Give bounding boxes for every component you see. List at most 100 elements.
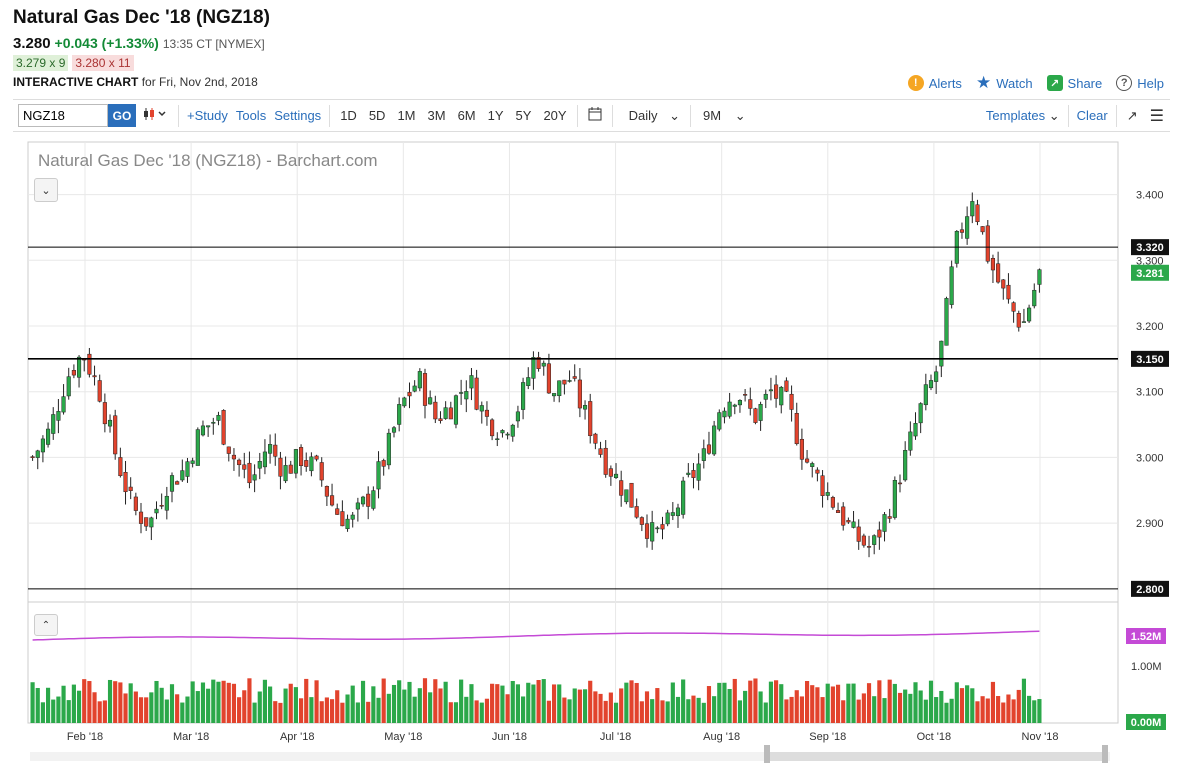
volume-bar — [459, 679, 464, 723]
y-tick-label: 3.400 — [1136, 190, 1164, 202]
candle-body — [970, 201, 975, 217]
volume-bar — [97, 701, 102, 723]
symbol-input[interactable] — [18, 104, 108, 127]
candle-body — [40, 438, 45, 453]
chart-caption: INTERACTIVE CHART for Fri, Nov 2nd, 2018 — [13, 75, 258, 89]
candle-body — [407, 392, 412, 397]
volume-bar — [546, 700, 551, 723]
study-button[interactable]: +Study — [183, 108, 232, 123]
candle-body — [288, 464, 293, 474]
candle-body — [939, 340, 944, 367]
alerts-button[interactable]: ! Alerts — [907, 75, 962, 91]
volume-bar — [582, 689, 588, 723]
volume-bar — [376, 697, 381, 723]
candle-body — [412, 385, 417, 392]
candle-body — [727, 401, 732, 417]
candle-body — [448, 407, 453, 420]
chevron-down-icon: ⌄ — [734, 107, 746, 123]
volume-bar — [438, 688, 443, 723]
range-3m[interactable]: 3M — [422, 108, 452, 123]
period-select[interactable]: 9M ⌄ — [695, 108, 752, 124]
x-tick-label: Aug '18 — [703, 731, 740, 743]
interval-select[interactable]: Daily ⌄ — [617, 108, 686, 124]
clear-button[interactable]: Clear — [1073, 108, 1112, 123]
volume-bar — [887, 679, 892, 723]
volume-bar — [469, 684, 474, 723]
volume-bar — [1027, 695, 1032, 723]
volume-bar — [562, 697, 567, 723]
expand-button[interactable]: ↗ — [1121, 108, 1144, 124]
range-1y[interactable]: 1Y — [482, 108, 510, 123]
help-button[interactable]: ? Help — [1116, 75, 1164, 91]
range-1m[interactable]: 1M — [391, 108, 421, 123]
volume-bar — [650, 699, 655, 723]
watch-button[interactable]: ★ Watch — [976, 73, 1033, 93]
go-button[interactable]: GO — [108, 104, 136, 127]
candle-body — [531, 357, 536, 379]
candle-body — [304, 460, 309, 467]
candle-body — [965, 216, 970, 239]
volume-bar — [340, 702, 345, 723]
candle-body — [329, 495, 335, 506]
candle-body — [484, 409, 490, 417]
volume-bar — [639, 701, 644, 723]
volume-bar — [118, 682, 123, 723]
volume-bar — [784, 699, 789, 723]
range-1d[interactable]: 1D — [334, 108, 363, 123]
candle-body — [464, 391, 469, 400]
volume-bar — [531, 684, 536, 723]
candle-body — [459, 392, 464, 394]
templates-select[interactable]: Templates ⌄ — [982, 108, 1064, 124]
price-chart[interactable]: 3.4003.3003.2003.1003.0002.900Feb '18 Mar… — [0, 140, 1184, 783]
settings-button[interactable]: Settings — [270, 108, 325, 123]
candle-body — [913, 423, 918, 437]
range-20y[interactable]: 20Y — [537, 108, 572, 123]
range-5d[interactable]: 5D — [363, 108, 392, 123]
volume-bar — [670, 682, 675, 723]
candle-body — [211, 422, 216, 424]
volume-bar — [794, 690, 799, 723]
range-6m[interactable]: 6M — [452, 108, 482, 123]
volume-bar — [87, 681, 92, 723]
collapse-button[interactable]: ⌄ — [34, 178, 58, 202]
candle-body — [552, 393, 557, 397]
volume-bar — [593, 691, 598, 723]
volume-bar — [355, 702, 360, 723]
volume-bar — [154, 680, 159, 723]
candle-body — [820, 475, 825, 496]
volume-bar — [830, 686, 835, 723]
chart-area[interactable]: 3.400 3.300 3.200 3.100 3.000 2.900 Feb '18 Mar… — [0, 140, 1184, 783]
volume-bar — [92, 692, 97, 723]
candle-body — [474, 377, 479, 410]
volume-bar — [613, 702, 619, 723]
candle-body — [851, 521, 856, 528]
candle-body — [521, 382, 526, 410]
tools-button[interactable]: Tools — [232, 108, 270, 123]
candle-body — [428, 397, 433, 405]
menu-button[interactable]: ☰ — [1144, 106, 1170, 126]
chart-type-button[interactable] — [136, 107, 174, 124]
candle-body — [634, 506, 639, 518]
range-5y[interactable]: 5Y — [510, 108, 538, 123]
candle-body — [980, 226, 985, 233]
candle-body — [221, 410, 226, 445]
volume-bar — [696, 697, 701, 723]
volume-bar — [629, 680, 634, 723]
volume-bar — [149, 692, 154, 723]
candle-body — [118, 457, 123, 477]
volume-bar — [195, 691, 200, 723]
volume-collapse-button[interactable]: ⌃ — [34, 614, 58, 636]
volume-bar — [608, 692, 613, 723]
x-tick-label: Jul '18 — [600, 731, 631, 743]
candle-body — [479, 405, 484, 412]
candle-body — [908, 431, 913, 451]
candle-body — [386, 432, 391, 466]
volume-bar — [453, 702, 459, 723]
top-actions: ! Alerts ★ Watch ↗ Share ? Help — [907, 73, 1164, 93]
share-button[interactable]: ↗ Share — [1046, 75, 1102, 91]
calendar-button[interactable] — [582, 107, 608, 124]
volume-bar — [448, 702, 453, 723]
volume-ma-line — [32, 630, 1040, 641]
candle-body — [1011, 302, 1016, 312]
volume-bar — [216, 681, 221, 723]
